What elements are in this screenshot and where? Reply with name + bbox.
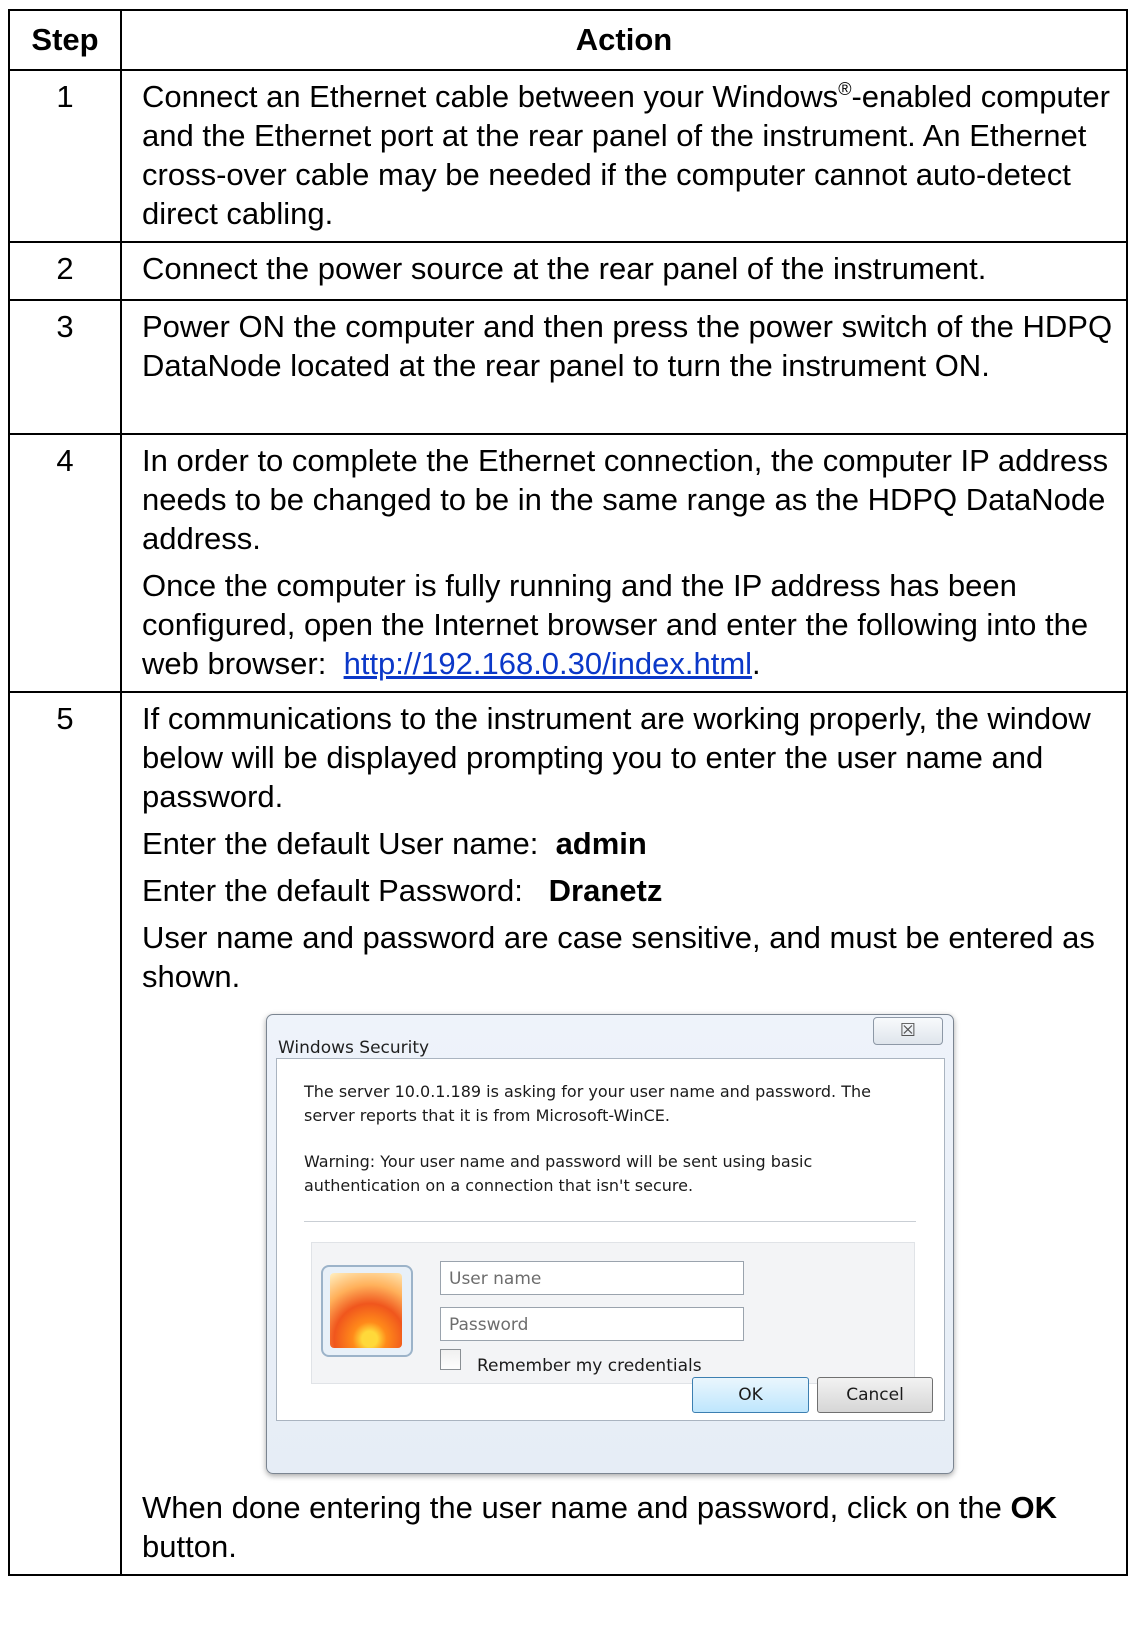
password-field[interactable]: Password — [440, 1307, 744, 1341]
final-instruction: When done entering the user name and pas… — [142, 1488, 1118, 1566]
remember-checkbox[interactable] — [440, 1349, 461, 1370]
step-5-text: If communications to the instrument are … — [142, 701, 1091, 814]
case-sensitive-note: User name and password are case sensitiv… — [142, 920, 1095, 994]
step-number: 5 — [8, 691, 122, 1576]
table-row: 3 Power ON the computer and then press t… — [8, 299, 1128, 435]
close-icon[interactable]: ☒ — [873, 1017, 943, 1045]
step-number: 4 — [8, 433, 122, 693]
password-value: Dranetz — [548, 873, 663, 908]
remember-label: Remember my credentials — [477, 1356, 702, 1376]
step-action: Connect an Ethernet cable between your W… — [120, 69, 1128, 243]
windows-security-dialog: Windows Security ☒ The server 10.0.1.189… — [266, 1014, 954, 1474]
final-text-end: button. — [142, 1529, 237, 1564]
table-row: 4 In order to complete the Ethernet conn… — [8, 433, 1128, 693]
cancel-button[interactable]: Cancel — [817, 1377, 933, 1413]
dialog-warning: Warning: Your user name and password wil… — [304, 1152, 813, 1195]
user-avatar-icon — [321, 1265, 413, 1357]
registered-mark: ® — [838, 79, 852, 99]
header-row: Step Action — [8, 9, 1128, 71]
final-text-start: When done entering the user name and pas… — [142, 1490, 1002, 1525]
header-step: Step — [8, 9, 122, 71]
period: . — [752, 646, 761, 681]
ok-bold: OK — [1010, 1490, 1058, 1525]
step-4-browser-text: Once the computer is fully running and t… — [142, 566, 1118, 683]
default-username-line: Enter the default User name: admin — [142, 824, 1118, 863]
divider — [304, 1221, 916, 1222]
step-4-text: In order to complete the Ethernet connec… — [142, 443, 1109, 556]
password-label: Enter the default Password: — [142, 873, 523, 908]
step-action: In order to complete the Ethernet connec… — [120, 433, 1128, 693]
credential-tile: User name Password Remember my credentia… — [311, 1242, 915, 1384]
step-action: Connect the power source at the rear pan… — [120, 241, 1128, 301]
step-action: If communications to the instrument are … — [120, 691, 1128, 1576]
username-value: admin — [555, 826, 647, 861]
table-row: 2 Connect the power source at the rear p… — [8, 241, 1128, 301]
step-action: Power ON the computer and then press the… — [120, 299, 1128, 435]
ok-button[interactable]: OK — [692, 1377, 809, 1413]
dialog-message: The server 10.0.1.189 is asking for your… — [304, 1082, 871, 1125]
header-action: Action — [120, 9, 1128, 71]
index-url-link[interactable]: http://192.168.0.30/index.html — [344, 646, 752, 681]
steps-table: Step Action 1 Connect an Ethernet cable … — [8, 9, 1128, 1576]
dialog-message-block: The server 10.0.1.189 is asking for your… — [304, 1080, 914, 1198]
step-2-text: Connect the power source at the rear pan… — [142, 251, 987, 286]
step-1-text: Connect an Ethernet cable between your W… — [142, 77, 1118, 233]
dialog-figure: Windows Security ☒ The server 10.0.1.189… — [142, 996, 1118, 1488]
dialog-body: The server 10.0.1.189 is asking for your… — [276, 1058, 945, 1421]
step-1-text-start: Connect an Ethernet cable between your W… — [142, 79, 839, 114]
step-3-text: Power ON the computer and then press the… — [142, 309, 1113, 383]
username-field[interactable]: User name — [440, 1261, 744, 1295]
username-label: Enter the default User name: — [142, 826, 539, 861]
table-row: 5 If communications to the instrument ar… — [8, 691, 1128, 1576]
step-number: 2 — [8, 241, 122, 301]
step-number: 3 — [8, 299, 122, 435]
step-number: 1 — [8, 69, 122, 243]
table-row: 1 Connect an Ethernet cable between your… — [8, 69, 1128, 243]
default-password-line: Enter the default Password: Dranetz — [142, 871, 1118, 910]
